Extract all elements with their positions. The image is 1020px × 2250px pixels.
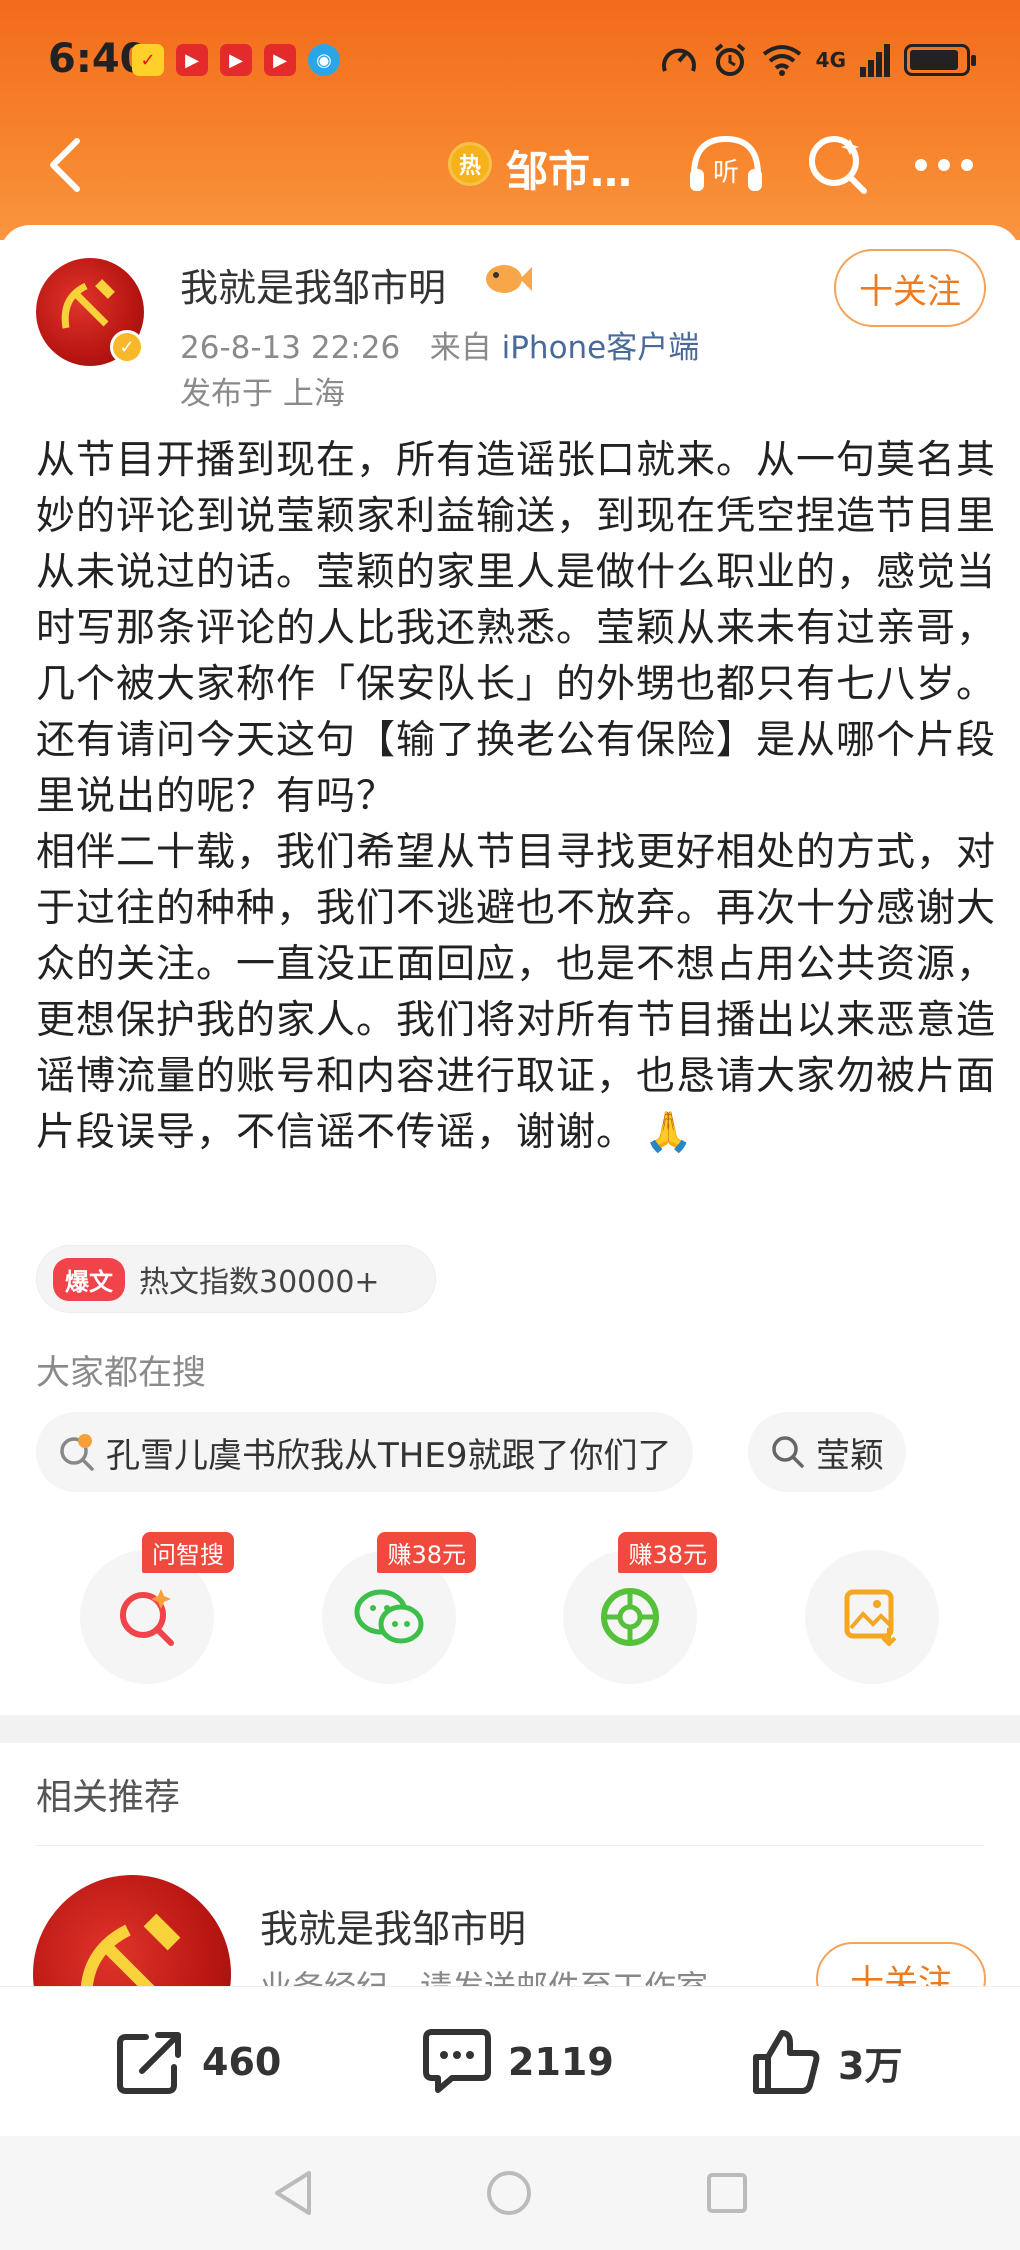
related-title: 相关推荐 — [36, 1777, 181, 1818]
moments-icon — [601, 1588, 659, 1646]
comment-icon — [423, 2029, 491, 2093]
post-location: 发布于 上海 — [180, 376, 345, 412]
ai-search-button[interactable]: 问智搜 — [80, 1532, 234, 1684]
search-icon — [772, 1436, 804, 1468]
praying-hands-emoji: 🙏 — [644, 1110, 694, 1155]
search-heading: 大家都在搜 — [36, 1353, 206, 1393]
ai-search-icon — [120, 1589, 174, 1646]
author-name[interactable]: 我就是我邹市明 — [180, 257, 446, 312]
network-label: 4G — [815, 48, 846, 72]
battery-icon — [904, 44, 976, 76]
share-icon — [117, 2032, 181, 2094]
weibo-red-icon: ✓ — [132, 44, 164, 76]
video-app-icon: ▶ — [264, 44, 296, 76]
like-button[interactable]: 3万 — [752, 2027, 902, 2097]
circle-home-icon — [487, 2171, 531, 2215]
post-source[interactable]: iPhone客户端 — [502, 330, 700, 366]
share-count: 460 — [202, 2040, 282, 2084]
source-prefix: 来自 — [429, 330, 492, 366]
post-time: 26-8-13 22:26 — [180, 330, 401, 366]
hot-badge: 热 — [448, 142, 492, 186]
video-app-icon: ▶ — [176, 44, 208, 76]
thumbs-up-icon — [753, 2030, 820, 2094]
triangle-back-icon — [275, 2171, 311, 2215]
image-download-icon — [844, 1589, 897, 1646]
boom-tag: 爆文 — [53, 1257, 125, 1301]
chevron-left-icon — [50, 138, 80, 192]
notification-icons: ✓ ▶ ▶ ▶ ◉ — [132, 44, 340, 76]
browser-blue-icon: ◉ — [308, 44, 340, 76]
hot-index-pill[interactable]: 爆文 热文指数30000+ — [36, 1245, 436, 1313]
page-title[interactable]: 邹市… — [506, 138, 632, 199]
action-tag: 问智搜 — [142, 1532, 234, 1573]
hot-index: 热文指数30000+ — [139, 1265, 380, 1300]
more-button[interactable] — [904, 130, 984, 200]
listen-label: 听 — [713, 158, 739, 188]
share-button[interactable]: 460 — [116, 2027, 281, 2097]
listen-button[interactable]: 听 — [686, 130, 766, 200]
search-chip[interactable]: 莹颖 — [748, 1412, 906, 1492]
action-tag: 赚38元 — [377, 1532, 476, 1573]
headphones-icon: 听 — [690, 135, 762, 191]
post-meta: 26-8-13 22:26 来自 iPhone客户端 — [180, 322, 699, 367]
post-body: 从节目开播到现在，所有造谣张口就来。从一句莫名其妙的评论到说莹颖家利益输送，到现… — [36, 433, 996, 1161]
verified-badge: ✓ — [110, 330, 144, 364]
more-icon — [915, 159, 973, 171]
system-nav-bar — [0, 2136, 1020, 2250]
system-home-button[interactable] — [484, 2168, 534, 2218]
related-name[interactable]: 我就是我邹市明 — [260, 1898, 526, 1953]
search-button[interactable] — [798, 130, 878, 200]
moments-share-button[interactable]: 赚38元 — [563, 1532, 717, 1684]
post-card: ✓ 我就是我邹市明 26-8-13 22:26 来自 iPhone客户端 发布于… — [0, 225, 1020, 1715]
save-image-button[interactable] — [805, 1550, 939, 1684]
post-text: 从节目开播到现在，所有造谣张口就来。从一句莫名其妙的评论到说莹颖家利益输送，到现… — [36, 438, 997, 1155]
back-button[interactable] — [30, 130, 100, 200]
system-recents-button[interactable] — [702, 2168, 752, 2218]
follow-button[interactable]: 十关注 — [834, 249, 986, 327]
wifi-icon — [762, 45, 801, 76]
related-divider — [36, 1845, 984, 1846]
header: 6:40 ✓ ▶ ▶ ▶ ◉ 4G 热 邹市… 听 — [0, 0, 1020, 240]
section-divider — [0, 1715, 1020, 1743]
nav-bar: 热 邹市… 听 — [0, 120, 1020, 210]
status-right: 4G — [660, 42, 976, 78]
search-chip-label: 孔雪儿虞书欣我从THE9就跟了你们了 — [106, 1435, 672, 1476]
system-back-button[interactable] — [268, 2168, 318, 2218]
bottom-action-bar: 460 2119 3万 — [0, 1986, 1020, 2136]
video-app-icon: ▶ — [220, 44, 252, 76]
hot-search-icon — [60, 1434, 94, 1471]
search-chip[interactable]: 孔雪儿虞书欣我从THE9就跟了你们了 — [36, 1412, 694, 1492]
fish-badge-icon — [486, 265, 532, 293]
square-recents-icon — [707, 2173, 747, 2213]
wechat-icon — [354, 1589, 424, 1644]
comment-count: 2119 — [508, 2040, 614, 2084]
wechat-share-button[interactable]: 赚38元 — [322, 1532, 476, 1684]
comment-button[interactable]: 2119 — [422, 2027, 614, 2097]
search-chip-label: 莹颖 — [816, 1435, 884, 1476]
like-count: 3万 — [838, 2043, 903, 2088]
search-icon — [809, 136, 867, 194]
status-bar: 6:40 ✓ ▶ ▶ ▶ ◉ 4G — [0, 30, 1020, 90]
nfc-icon — [661, 48, 696, 72]
alarm-icon — [714, 43, 745, 76]
action-tag: 赚38元 — [618, 1532, 717, 1573]
signal-icon — [860, 44, 890, 77]
